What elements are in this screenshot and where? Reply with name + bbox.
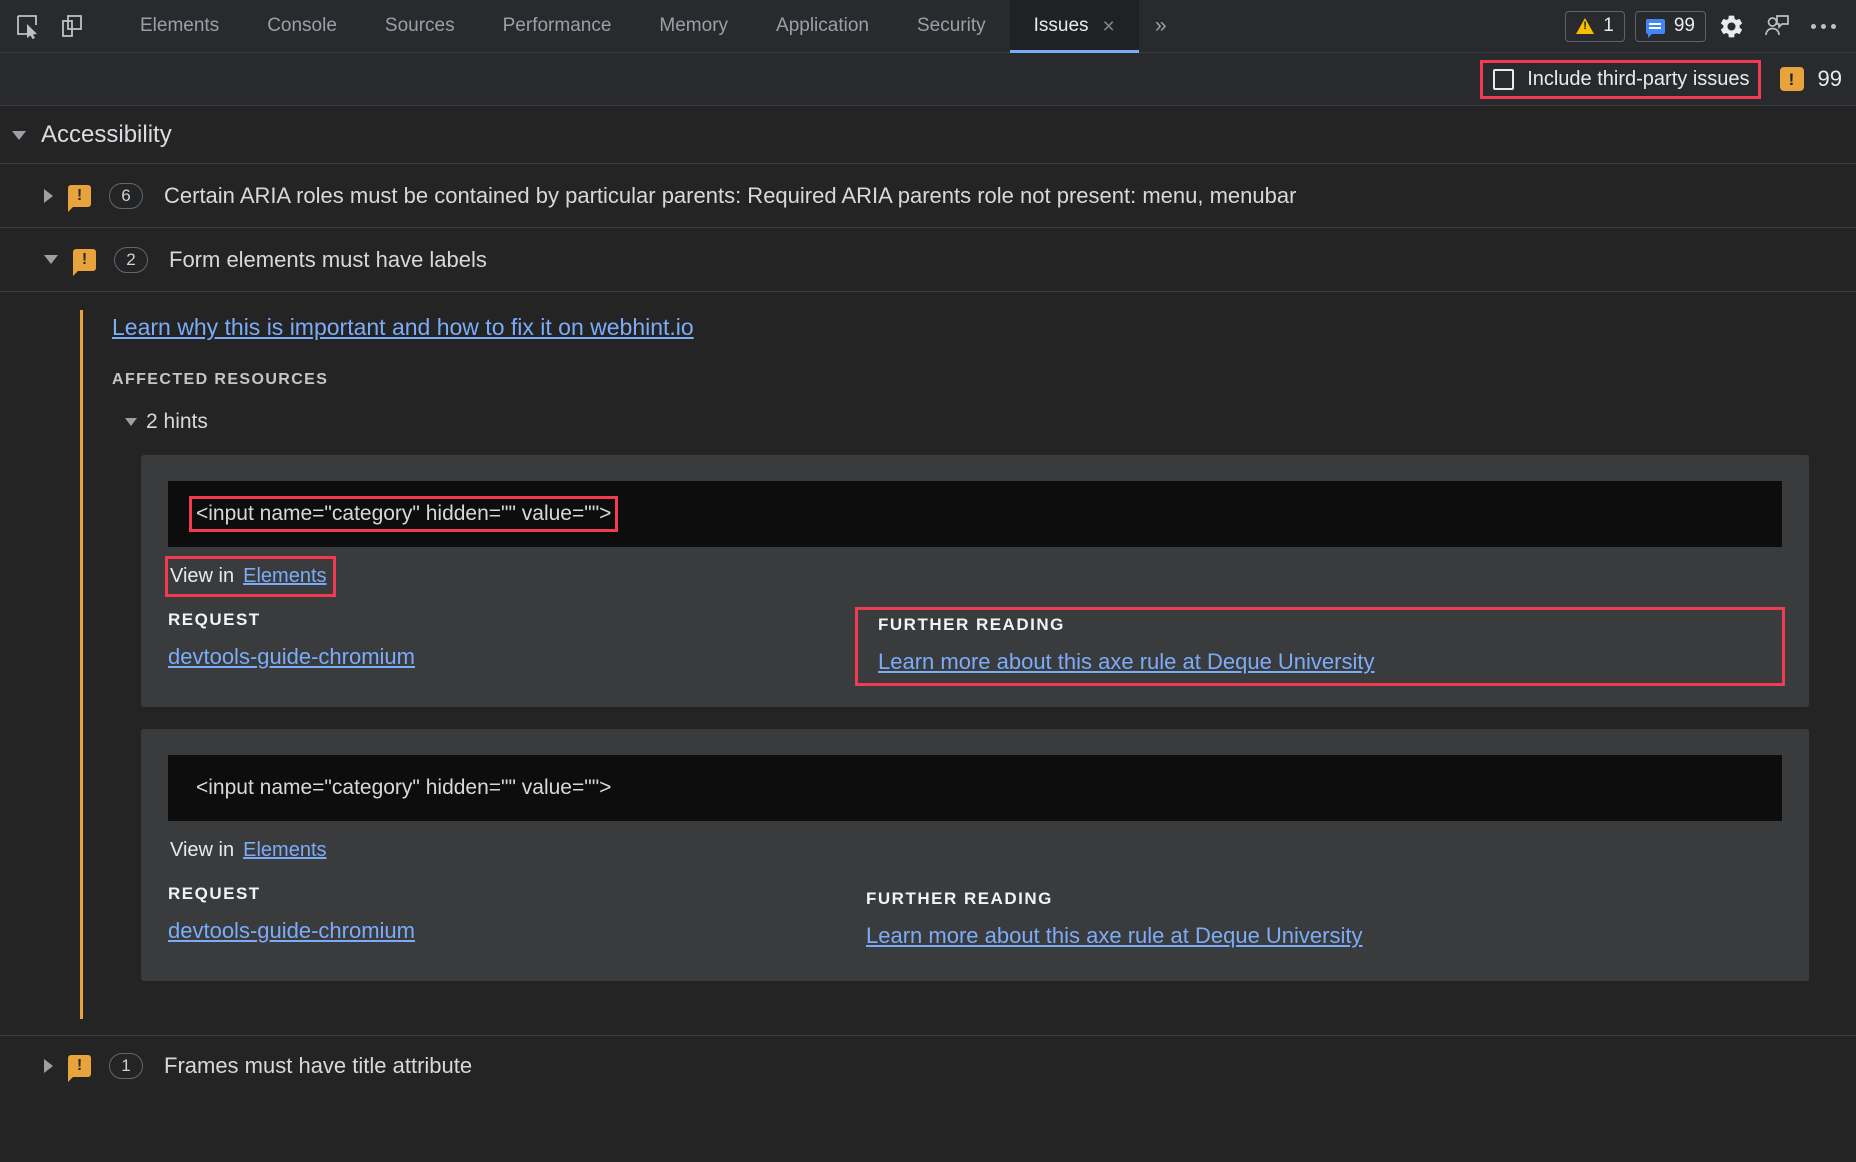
further-reading-label: FURTHER READING	[866, 889, 1053, 908]
further-reading-label: FURTHER READING	[878, 615, 1065, 634]
checkbox-box-icon[interactable]	[1493, 68, 1515, 90]
hint-code-text: <input name="category" hidden="" value="…	[188, 496, 619, 532]
tab-label: Security	[916, 15, 986, 36]
request-link[interactable]: devtools-guide-chromium	[168, 918, 415, 944]
hint-card: <input name="category" hidden="" value="…	[141, 729, 1809, 981]
close-icon[interactable]: ×	[1103, 16, 1115, 37]
feedback-person-icon[interactable]	[1756, 5, 1798, 47]
warning-counter-button[interactable]: 1	[1565, 10, 1625, 42]
tab-label: Issues	[1033, 15, 1089, 36]
hint-detail-columns: REQUEST devtools-guide-chromium FURTHER …	[168, 607, 1785, 686]
issues-total-count: 99	[1779, 66, 1842, 92]
request-label: REQUEST	[168, 610, 261, 629]
tab-label: Console	[267, 15, 337, 36]
view-in-elements-row[interactable]: View in Elements	[165, 556, 336, 597]
further-reading-link[interactable]: Learn more about this axe rule at Deque …	[878, 649, 1374, 675]
gear-icon[interactable]	[1710, 5, 1752, 47]
tab-elements[interactable]: Elements	[116, 0, 243, 53]
view-in-elements-row[interactable]: View in Elements	[168, 833, 333, 868]
tab-console[interactable]: Console	[243, 0, 361, 53]
view-in-label: View in	[170, 839, 235, 861]
issue-count-badge: 6	[109, 182, 143, 209]
issues-count-value: 99	[1817, 66, 1842, 91]
affected-resources-label: AFFECTED RESOURCES	[112, 371, 329, 388]
issue-accent-bar	[80, 310, 83, 1019]
request-label: REQUEST	[168, 884, 261, 903]
tab-security[interactable]: Security	[893, 0, 1010, 53]
chevron-down-icon[interactable]	[125, 418, 137, 426]
category-title: Accessibility	[41, 121, 172, 148]
further-reading-link[interactable]: Learn more about this axe rule at Deque …	[866, 923, 1362, 949]
issue-title: Certain ARIA roles must be contained by …	[164, 182, 1297, 208]
tab-label: Performance	[502, 15, 612, 36]
hints-toggle[interactable]: 2 hints	[125, 410, 1856, 434]
chevron-down-icon[interactable]	[44, 255, 58, 264]
request-column: REQUEST devtools-guide-chromium	[168, 884, 846, 957]
dots-glyph	[1810, 23, 1836, 29]
hint-code-block: <input name="category" hidden="" value="…	[168, 755, 1782, 821]
tab-performance[interactable]: Performance	[479, 0, 636, 53]
view-in-label: View in	[170, 565, 235, 587]
hint-card: <input name="category" hidden="" value="…	[141, 455, 1809, 707]
tab-sources[interactable]: Sources	[361, 0, 479, 53]
tab-label: Elements	[140, 15, 220, 36]
request-column: REQUEST devtools-guide-chromium	[168, 610, 846, 683]
issues-list: Accessibility 6 Certain ARIA roles must …	[0, 107, 1856, 1162]
devtools-toolbar: Elements Console Sources Performance Mem…	[0, 0, 1856, 53]
tab-label: Sources	[384, 15, 455, 36]
view-in-elements-link[interactable]: Elements	[243, 839, 326, 861]
inspect-cursor-icon[interactable]	[6, 4, 50, 48]
tab-application[interactable]: Application	[752, 0, 893, 53]
learn-why-link[interactable]: Learn why this is important and how to f…	[112, 314, 694, 341]
request-link[interactable]: devtools-guide-chromium	[168, 644, 415, 670]
hint-code-text: <input name="category" hidden="" value="…	[196, 776, 612, 799]
tab-issues[interactable]: Issues ×	[1009, 0, 1140, 53]
issue-title: Frames must have title attribute	[164, 1053, 473, 1078]
issue-title: Form elements must have labels	[169, 246, 487, 272]
include-third-party-issues-checkbox[interactable]: Include third-party issues	[1480, 59, 1761, 99]
include-third-party-issues-label: Include third-party issues	[1527, 67, 1750, 90]
issues-filter-bar: Include third-party issues 99	[0, 53, 1856, 106]
issue-aria-roles[interactable]: 6 Certain ARIA roles must be contained b…	[0, 164, 1856, 228]
more-tabs-icon[interactable]: »	[1139, 0, 1183, 53]
hints-toggle-label: 2 hints	[146, 410, 208, 433]
hint-detail-columns: REQUEST devtools-guide-chromium FURTHER …	[168, 884, 1782, 957]
issue-count-badge: 1	[109, 1053, 143, 1079]
issue-warning-bubble-icon	[73, 248, 96, 276]
chevron-right-icon[interactable]	[44, 1059, 53, 1073]
issue-warning-icon	[1779, 67, 1804, 91]
issue-count-badge: 2	[114, 246, 148, 273]
tab-label: Application	[776, 15, 869, 36]
issue-form-labels-details: Learn why this is important and how to f…	[0, 292, 1856, 1036]
issue-warning-bubble-icon	[68, 184, 91, 212]
three-dots-icon[interactable]	[1802, 5, 1844, 47]
issue-frames-title[interactable]: 1 Frames must have title attribute	[0, 1036, 1856, 1096]
warning-count: 1	[1603, 15, 1614, 36]
chevron-right-icon[interactable]	[44, 188, 53, 203]
tab-memory[interactable]: Memory	[635, 0, 752, 53]
devtools-tab-strip: Elements Console Sources Performance Mem…	[116, 0, 1183, 53]
message-count: 99	[1673, 15, 1695, 36]
message-bubble-icon	[1645, 18, 1665, 38]
chevron-down-icon[interactable]	[12, 130, 26, 140]
issue-warning-bubble-icon	[68, 1055, 91, 1082]
issue-form-labels[interactable]: 2 Form elements must have labels	[0, 228, 1856, 292]
view-in-elements-link[interactable]: Elements	[243, 565, 326, 587]
further-reading-column: FURTHER READING Learn more about this ax…	[855, 607, 1785, 686]
issue-category-accessibility[interactable]: Accessibility	[0, 107, 1856, 164]
device-toolbar-icon[interactable]	[50, 4, 94, 48]
further-reading-column: FURTHER READING Learn more about this ax…	[846, 884, 1782, 957]
message-counter-button[interactable]: 99	[1634, 10, 1706, 42]
toolbar-right-actions: 1 99	[1565, 5, 1856, 47]
hint-code-block: <input name="category" hidden="" value="…	[168, 481, 1782, 547]
warning-triangle-icon	[1576, 18, 1595, 34]
tab-label: Memory	[659, 15, 729, 36]
